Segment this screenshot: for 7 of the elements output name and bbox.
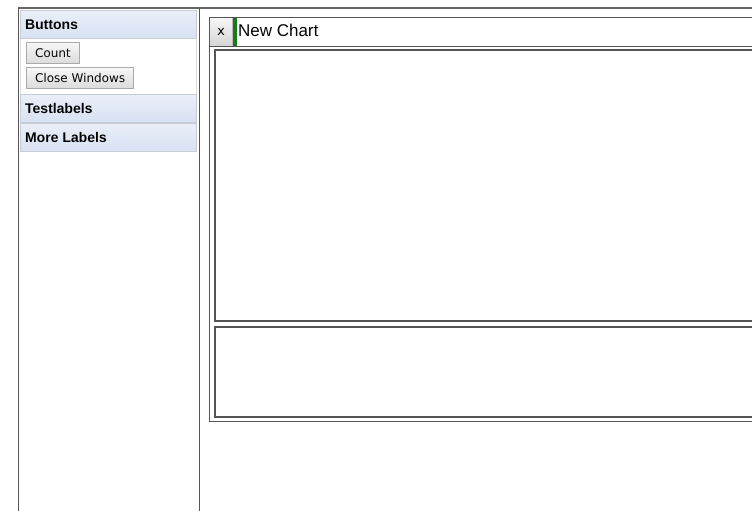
sidebar-button[interactable]: Close Windows bbox=[26, 67, 134, 89]
sidebar-button[interactable]: Count bbox=[26, 42, 80, 64]
accordion-header[interactable]: More Labels bbox=[20, 123, 197, 152]
tab-title[interactable]: New Chart bbox=[237, 18, 320, 46]
close-button[interactable]: x bbox=[210, 18, 233, 46]
accordion-header[interactable]: Testlabels bbox=[20, 94, 197, 123]
accordion-header[interactable]: Buttons bbox=[20, 10, 197, 39]
